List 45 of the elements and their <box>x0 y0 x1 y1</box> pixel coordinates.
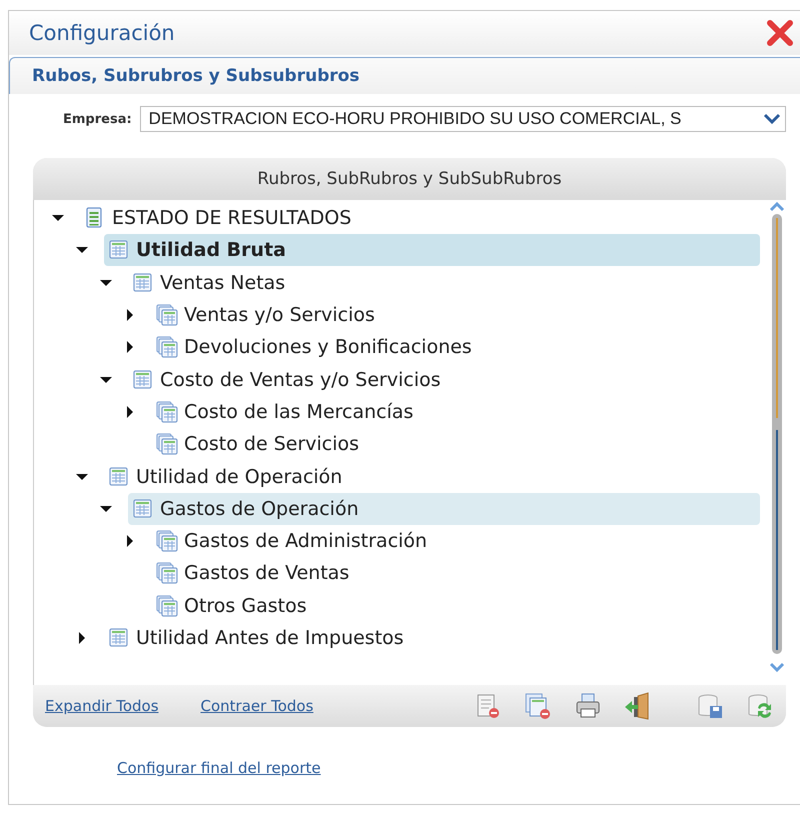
field-label: Empresa: <box>63 112 132 126</box>
stacked-tables-delete-icon[interactable] <box>524 692 552 720</box>
window-title: Configuración <box>29 21 175 45</box>
stacked-tables-icon <box>156 433 178 456</box>
expand-triangle-icon[interactable] <box>124 309 136 322</box>
table-icon <box>108 466 130 488</box>
table-icon <box>132 498 154 520</box>
stacked-tables-icon <box>156 594 178 617</box>
tree-item[interactable]: Gastos de Operación <box>128 492 760 525</box>
tree-item[interactable]: Gastos de Administración <box>152 525 760 558</box>
stacked-tables-icon <box>156 336 178 358</box>
section-title: Rubos, Subrubros y Subsubrubros <box>32 66 360 86</box>
text-link[interactable]: Contraer Todos <box>200 697 314 715</box>
expand-triangle-icon[interactable] <box>124 406 136 418</box>
chevron-down-icon <box>763 112 781 126</box>
tree-item[interactable]: Devoluciones y Bonificaciones <box>152 331 760 364</box>
tree-item[interactable]: ESTADO DE RESULTADOS <box>80 202 760 234</box>
tree-item[interactable]: Costo de Ventas y/o Servicios <box>128 364 760 396</box>
expand-triangle-icon[interactable] <box>76 632 88 644</box>
table-icon <box>132 368 154 391</box>
tree-item[interactable]: Utilidad Antes de Impuestos <box>104 622 760 654</box>
table-icon <box>108 239 130 262</box>
company-dropdown[interactable]: DEMOSTRACION ECO-HORU PROHIBIDO SU USO COMERCIAL, S <box>140 106 786 132</box>
table-icon <box>108 627 130 649</box>
expand-triangle-icon[interactable] <box>124 535 136 548</box>
text-link[interactable]: Configurar final del reporte <box>117 759 321 777</box>
table-icon <box>132 272 154 294</box>
tree-item[interactable]: Utilidad de Operación <box>104 460 760 493</box>
stacked-tables-icon <box>156 562 178 584</box>
tree-item[interactable]: Utilidad Bruta <box>104 234 760 266</box>
tree-item[interactable]: Otros Gastos <box>152 590 760 622</box>
close-icon[interactable] <box>766 19 794 47</box>
panel-title: Rubros, SubRubros y SubSubRubros <box>257 169 562 189</box>
stacked-tables-icon <box>156 400 178 423</box>
tree-item[interactable]: Ventas y/o Servicios <box>152 299 760 332</box>
expand-triangle-icon[interactable] <box>124 341 136 354</box>
stacked-tables-icon <box>156 530 178 552</box>
printer-icon[interactable] <box>574 692 602 720</box>
stacked-tables-icon <box>156 304 178 326</box>
database-save-icon[interactable] <box>696 692 724 720</box>
tree-item[interactable]: Gastos de Ventas <box>152 557 760 590</box>
tree-item[interactable]: Ventas Netas <box>128 266 760 299</box>
text-link[interactable]: Expandir Todos <box>45 697 159 715</box>
tree-item[interactable]: Costo de las Mercancías <box>152 396 760 428</box>
tree-item[interactable]: Costo de Servicios <box>152 428 760 460</box>
